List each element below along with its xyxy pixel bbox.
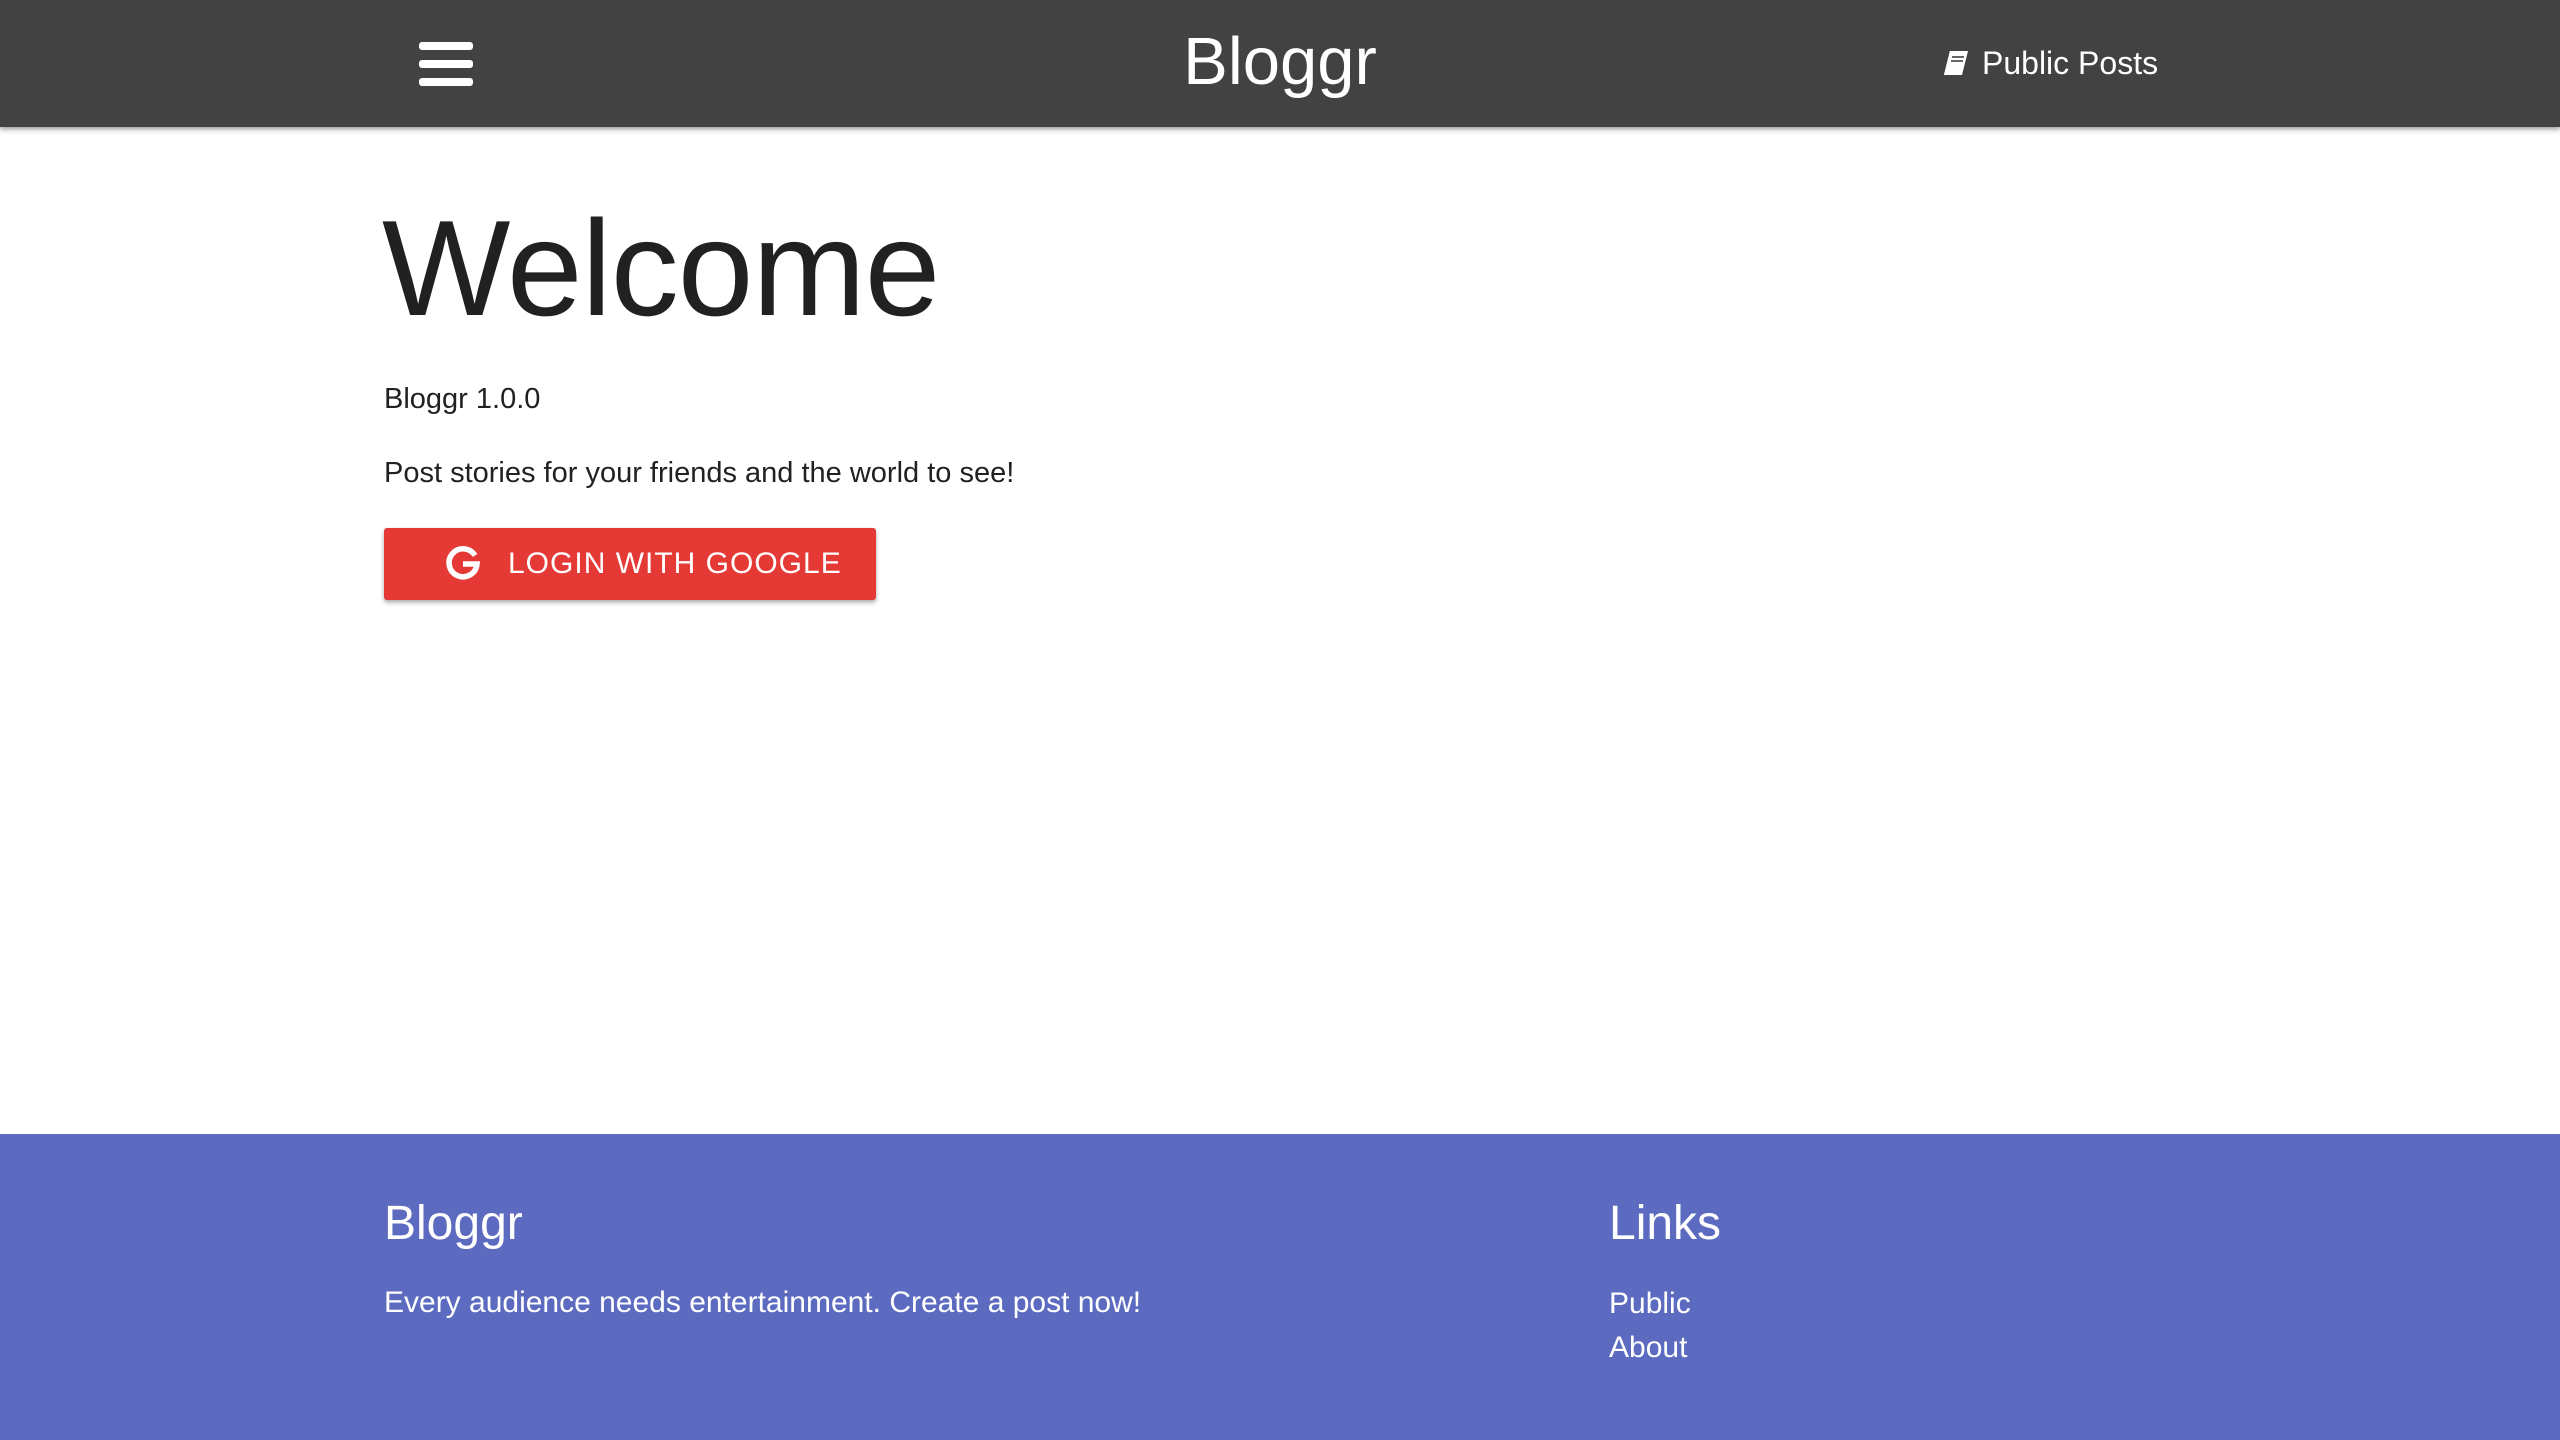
hamburger-menu-icon[interactable] [411,37,481,91]
google-icon [446,546,481,580]
page-title: Welcome [382,192,940,344]
footer-link-item: About [1609,1326,1691,1370]
footer-link-about[interactable]: About [1609,1331,1687,1364]
login-button-label: LOGIN WITH GOOGLE [508,547,842,580]
footer-links-list: Public About [1609,1282,1691,1370]
brand-logo-container: Bloggr [0,0,2560,127]
footer-description: Every audience needs entertainment. Crea… [384,1286,1142,1319]
top-navbar: Bloggr Public Posts [0,0,2560,127]
footer-title: Bloggr [384,1197,523,1250]
nav-link-public-posts[interactable]: Public Posts [1940,0,2158,127]
app-tagline: Post stories for your friends and the wo… [384,457,1015,489]
book-icon [1942,50,1968,75]
footer-links-title: Links [1609,1197,1722,1250]
page-footer: Bloggr Every audience needs entertainmen… [0,1134,2560,1440]
brand-logo[interactable]: Bloggr [1183,24,1377,99]
app-version: Bloggr 1.0.0 [384,383,541,415]
login-with-google-button[interactable]: LOGIN WITH GOOGLE [384,528,876,600]
main-content: Welcome Bloggr 1.0.0 Post stories for yo… [0,127,2560,1134]
footer-link-item: Public [1609,1282,1691,1326]
nav-link-public-posts-label: Public Posts [1982,45,2159,81]
footer-link-public[interactable]: Public [1609,1287,1691,1320]
